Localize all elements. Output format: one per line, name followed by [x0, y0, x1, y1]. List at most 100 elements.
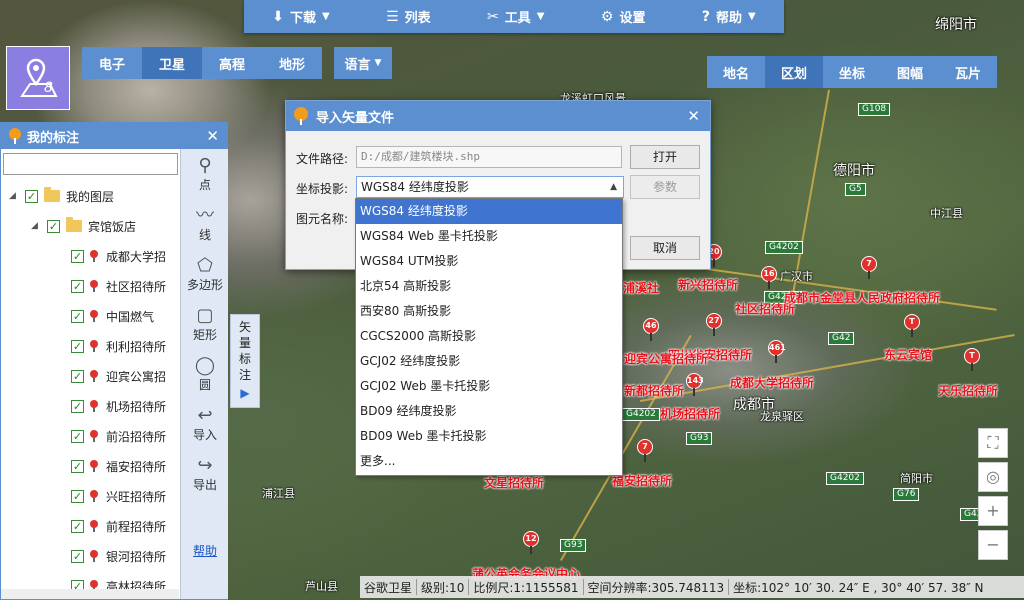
tab-tile[interactable]: 瓦片 — [939, 56, 997, 88]
horizontal-scrollbar[interactable] — [1, 589, 179, 599]
expand-icon[interactable]: ◢ — [9, 191, 19, 201]
tree-root[interactable]: ◢ ✓ 我的图层 — [1, 181, 179, 211]
locate-button[interactable]: ◎ — [978, 462, 1008, 492]
pin-label[interactable]: 东云宾馆 — [884, 346, 932, 363]
tree-folder[interactable]: ◢ ✓ 宾馆饭店 — [1, 211, 179, 241]
list-button[interactable]: ☰ 列表 — [386, 7, 431, 27]
list-item[interactable]: ✓ 前程招待所 — [1, 511, 179, 541]
tab-elevation[interactable]: 高程 — [202, 47, 262, 79]
checkbox[interactable]: ✓ — [25, 189, 38, 203]
map-pin[interactable]: 7 — [637, 439, 653, 462]
projection-option[interactable]: 西安80 高斯投影 — [356, 299, 622, 324]
polygon-tool[interactable]: ⬠ 多边形 — [181, 249, 229, 299]
list-item[interactable]: ✓ 迎宾公寓招 — [1, 361, 179, 391]
list-item[interactable]: ✓ 银河招待所 — [1, 541, 179, 571]
list-item[interactable]: ✓ 中国燃气 — [1, 301, 179, 331]
checkbox[interactable]: ✓ — [71, 339, 84, 353]
projection-option[interactable]: WGS84 Web 墨卡托投影 — [356, 224, 622, 249]
list-item[interactable]: ✓ 兴旺招待所 — [1, 481, 179, 511]
zoom-in-button[interactable]: + — [978, 496, 1008, 526]
map-pin[interactable]: 46 — [643, 318, 659, 341]
projection-select[interactable]: WGS84 经纬度投影 ▲ — [356, 176, 624, 198]
fullscreen-button[interactable]: ⛶ — [978, 428, 1008, 458]
projection-option[interactable]: GCJ02 经纬度投影 — [356, 349, 622, 374]
tab-division[interactable]: 区划 — [765, 56, 823, 88]
import-tool[interactable]: ↩ 导入 — [181, 399, 229, 449]
search-input[interactable] — [3, 153, 178, 175]
map-pin[interactable]: 12 — [523, 531, 539, 554]
settings-label: 设置 — [619, 11, 646, 26]
vector-annotation-tab[interactable]: 矢 量 标 注 ▶ — [230, 314, 260, 408]
params-button[interactable]: 参数 — [630, 175, 700, 199]
export-tool[interactable]: ↪ 导出 — [181, 449, 229, 499]
cancel-button[interactable]: 取消 — [630, 236, 700, 260]
projection-option[interactable]: BD09 Web 墨卡托投影 — [356, 424, 622, 449]
close-icon[interactable]: ✕ — [206, 127, 219, 145]
projection-option[interactable]: CGCS2000 高斯投影 — [356, 324, 622, 349]
map-pin[interactable]: 27 — [706, 313, 722, 336]
checkbox[interactable]: ✓ — [71, 489, 84, 503]
close-icon[interactable]: ✕ — [687, 107, 700, 125]
line-tool[interactable]: 〰线 — [181, 199, 229, 249]
language-button[interactable]: 语言 ▼ — [334, 47, 392, 79]
list-item[interactable]: ✓ 利利招待所 — [1, 331, 179, 361]
tab-coordinate[interactable]: 坐标 — [823, 56, 881, 88]
checkbox[interactable]: ✓ — [71, 459, 84, 473]
zoom-out-button[interactable]: − — [978, 530, 1008, 560]
help-menu[interactable]: ? 帮助 ▼ — [702, 7, 756, 27]
tab-sheet[interactable]: 图幅 — [881, 56, 939, 88]
chevron-down-icon: ▼ — [374, 58, 382, 68]
settings-button[interactable]: ⚙ 设置 — [601, 7, 646, 27]
checkbox[interactable]: ✓ — [71, 309, 84, 323]
pin-label[interactable]: 迎宾公寓招待所 — [624, 350, 708, 367]
circle-tool[interactable]: ◯ 圆 — [181, 349, 229, 399]
checkbox[interactable]: ✓ — [71, 549, 84, 563]
pin-label[interactable]: 新兴招待所 — [678, 276, 738, 293]
checkbox[interactable]: ✓ — [71, 279, 84, 293]
tab-satellite[interactable]: 卫星 — [142, 47, 202, 79]
marker-icon — [90, 460, 98, 472]
checkbox[interactable]: ✓ — [71, 429, 84, 443]
help-link[interactable]: 帮助 — [193, 542, 217, 559]
projection-option[interactable]: WGS84 UTM投影 — [356, 249, 622, 274]
pin-label[interactable]: 新都招待所 — [624, 382, 684, 399]
map-pin[interactable]: 461 — [768, 340, 786, 363]
file-path-field[interactable]: D:/成都/建筑楼块.shp — [356, 146, 622, 168]
list-item[interactable]: ✓ 成都大学招 — [1, 241, 179, 271]
checkbox[interactable]: ✓ — [71, 369, 84, 383]
map-pin[interactable]: 7 — [861, 256, 877, 279]
list-item[interactable]: ✓ 机场招待所 — [1, 391, 179, 421]
projection-option[interactable]: BD09 经纬度投影 — [356, 399, 622, 424]
list-item[interactable]: ✓ 福安招待所 — [1, 451, 179, 481]
map-pin[interactable]: T — [904, 314, 920, 337]
projection-option[interactable]: GCJ02 Web 墨卡托投影 — [356, 374, 622, 399]
map-pin[interactable]: 16 — [761, 266, 777, 289]
projection-option[interactable]: WGS84 经纬度投影 — [356, 199, 622, 224]
checkbox[interactable]: ✓ — [71, 399, 84, 413]
download-menu[interactable]: ⬇ 下载 ▼ — [272, 7, 329, 27]
open-button[interactable]: 打开 — [630, 145, 700, 169]
list-item[interactable]: ✓ 前沿招待所 — [1, 421, 179, 451]
app-logo: 8 — [6, 46, 70, 110]
projection-option[interactable]: 北京54 高斯投影 — [356, 274, 622, 299]
map-pin[interactable]: 143 — [686, 373, 704, 396]
rectangle-tool[interactable]: ▢ 矩形 — [181, 299, 229, 349]
tools-menu[interactable]: ✂ 工具 ▼ — [487, 7, 544, 27]
pin-label[interactable]: 成都大学招待所 — [730, 374, 814, 391]
checkbox[interactable]: ✓ — [47, 219, 60, 233]
pin-label[interactable]: 机场招待所 — [660, 405, 720, 422]
checkbox[interactable]: ✓ — [71, 249, 84, 263]
map-pin[interactable]: T — [964, 348, 980, 371]
pin-label[interactable]: 天乐招待所 — [938, 382, 998, 399]
point-tool[interactable]: ⚲ 点 — [181, 149, 229, 199]
projection-option[interactable]: 更多... — [356, 449, 622, 474]
tab-electronic[interactable]: 电子 — [82, 47, 142, 79]
tab-placename[interactable]: 地名 — [707, 56, 765, 88]
checkbox[interactable]: ✓ — [71, 519, 84, 533]
tab-terrain[interactable]: 地形 — [262, 47, 322, 79]
pin-label[interactable]: 文星招待所 — [484, 474, 544, 491]
pin-label[interactable]: 成都市金堂县人民政府招待所 — [784, 289, 940, 306]
expand-icon[interactable]: ◢ — [31, 221, 41, 231]
list-item[interactable]: ✓ 社区招待所 — [1, 271, 179, 301]
pin-label[interactable]: 浦溪社 — [623, 279, 659, 296]
